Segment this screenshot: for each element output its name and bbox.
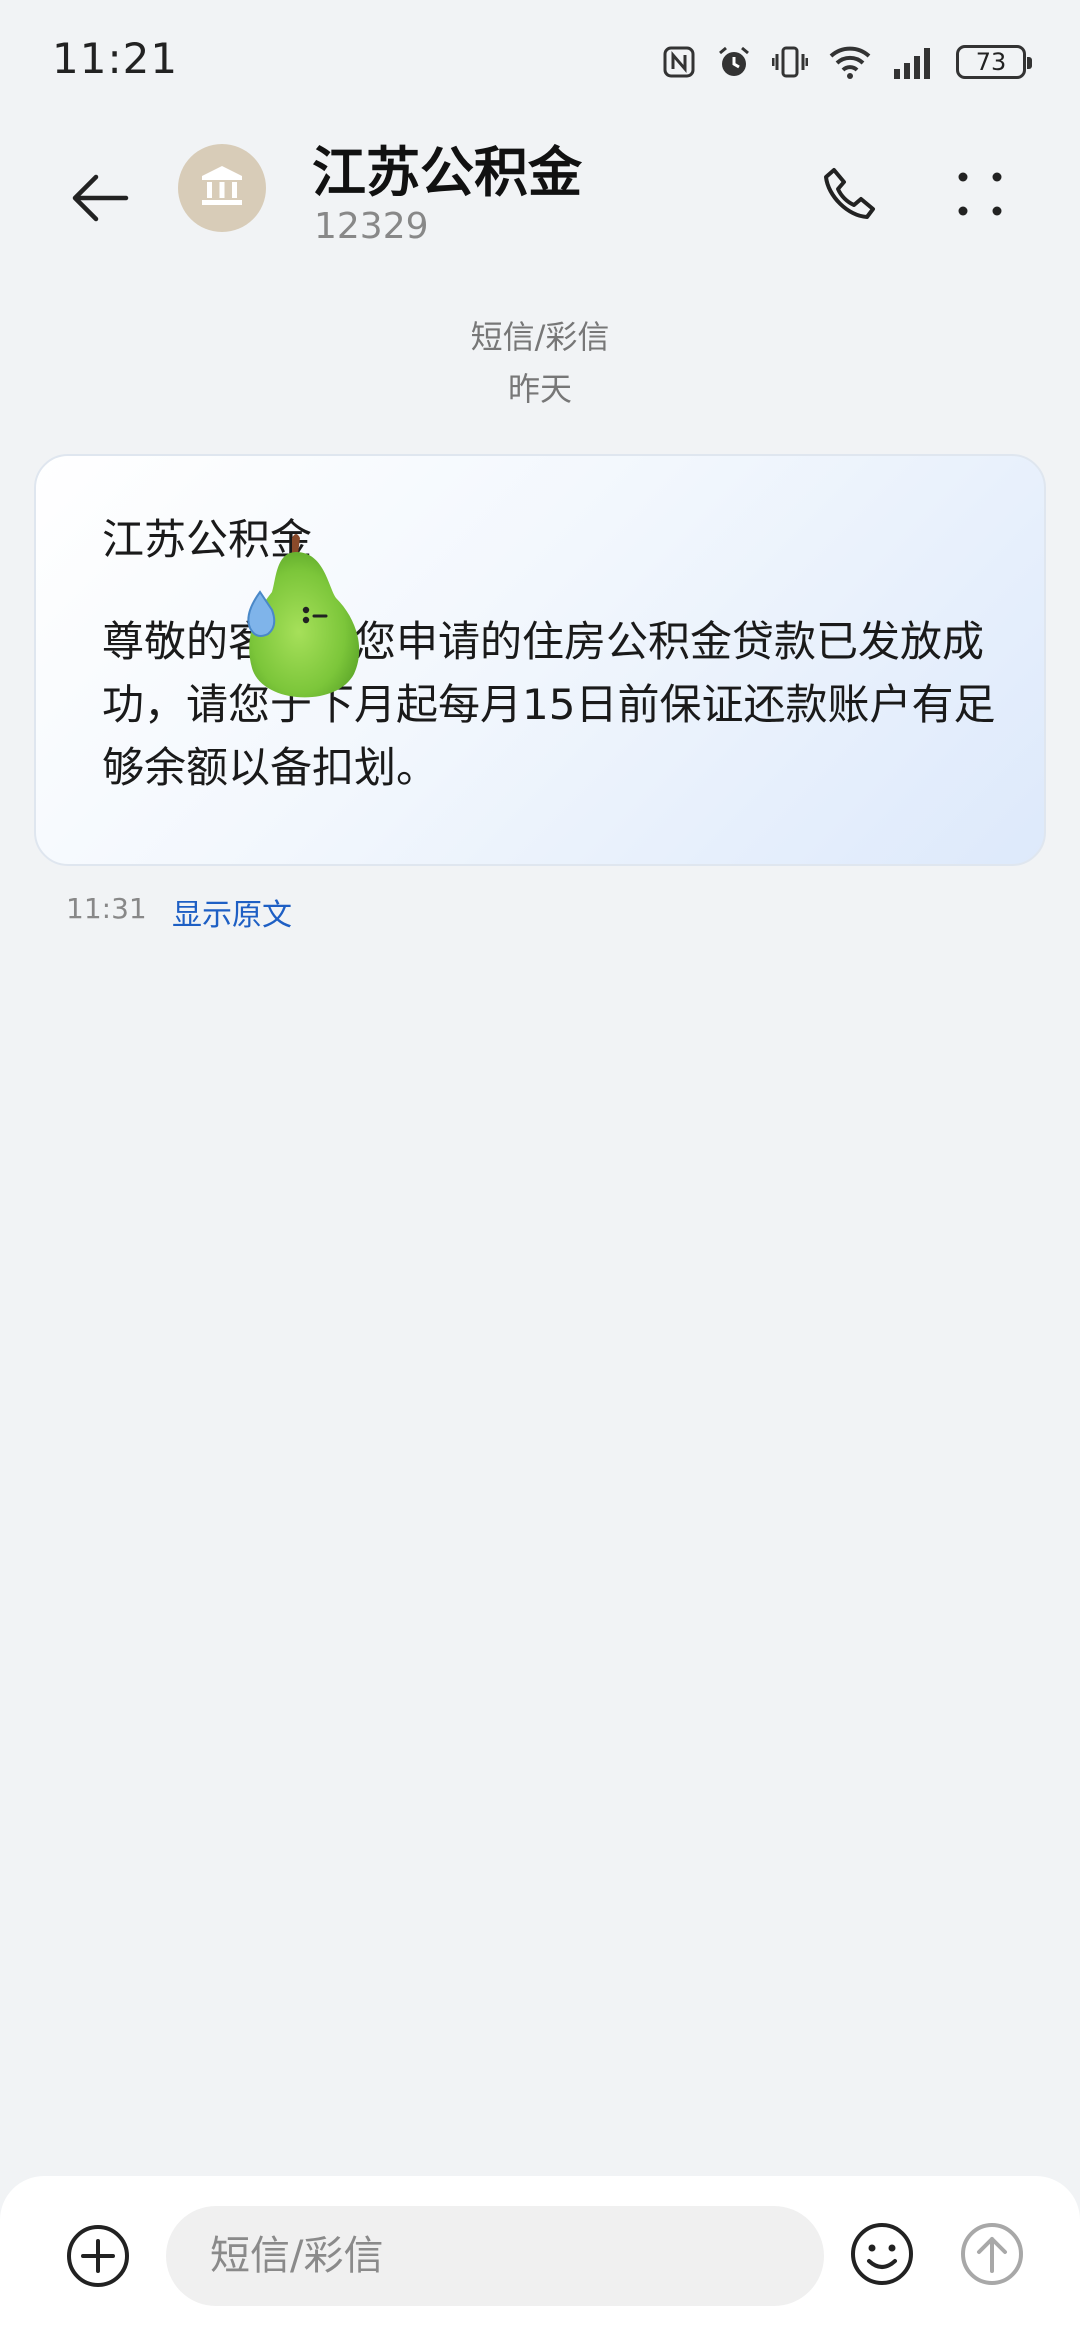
call-button[interactable] — [810, 156, 890, 236]
show-original-link[interactable]: 显示原文 — [172, 890, 292, 934]
emoji-icon — [849, 2221, 915, 2291]
contact-name: 江苏公积金 — [312, 141, 582, 204]
conversation-header: 江苏公积金 12329 — [0, 120, 1080, 270]
add-attachment-button[interactable] — [62, 2222, 134, 2294]
pear-sticker[interactable] — [232, 528, 372, 708]
sms-conversation-screen: 11:21 73 江苏公积金 12329 短信/彩信 昨天 江苏公积金 尊敬的客… — [0, 0, 1080, 2331]
avatar[interactable] — [178, 144, 266, 232]
status-time: 11:21 — [52, 34, 179, 83]
phone-icon — [820, 164, 880, 228]
send-arrow-icon — [959, 2221, 1025, 2291]
vibrate-icon — [772, 44, 808, 80]
status-bar: 11:21 73 — [0, 0, 1080, 120]
more-button[interactable] — [940, 156, 1020, 236]
send-button[interactable] — [956, 2220, 1028, 2292]
message-bubble[interactable]: 江苏公积金 尊敬的客户，您申请的住房公积金贷款已发放成功，请您于下月起每月15日… — [34, 454, 1046, 866]
alarm-icon — [716, 44, 752, 80]
more-icon — [955, 169, 1005, 223]
back-arrow-icon — [70, 173, 130, 227]
signal-icon — [892, 45, 936, 79]
emoji-button[interactable] — [846, 2220, 918, 2292]
message-input[interactable] — [166, 2206, 824, 2306]
battery-icon: 73 — [956, 45, 1032, 79]
bank-icon — [198, 162, 246, 214]
composer-bar — [0, 2176, 1080, 2331]
nfc-icon — [662, 45, 696, 79]
back-button[interactable] — [60, 160, 140, 240]
date-label: 昨天 — [507, 370, 572, 408]
wifi-icon — [828, 44, 872, 80]
contact-number: 12329 — [314, 206, 429, 247]
message-time: 11:31 — [66, 892, 147, 925]
channel-label: 短信/彩信 — [470, 318, 610, 356]
add-circle-icon — [65, 2223, 131, 2293]
status-icons: 73 — [662, 40, 1032, 84]
